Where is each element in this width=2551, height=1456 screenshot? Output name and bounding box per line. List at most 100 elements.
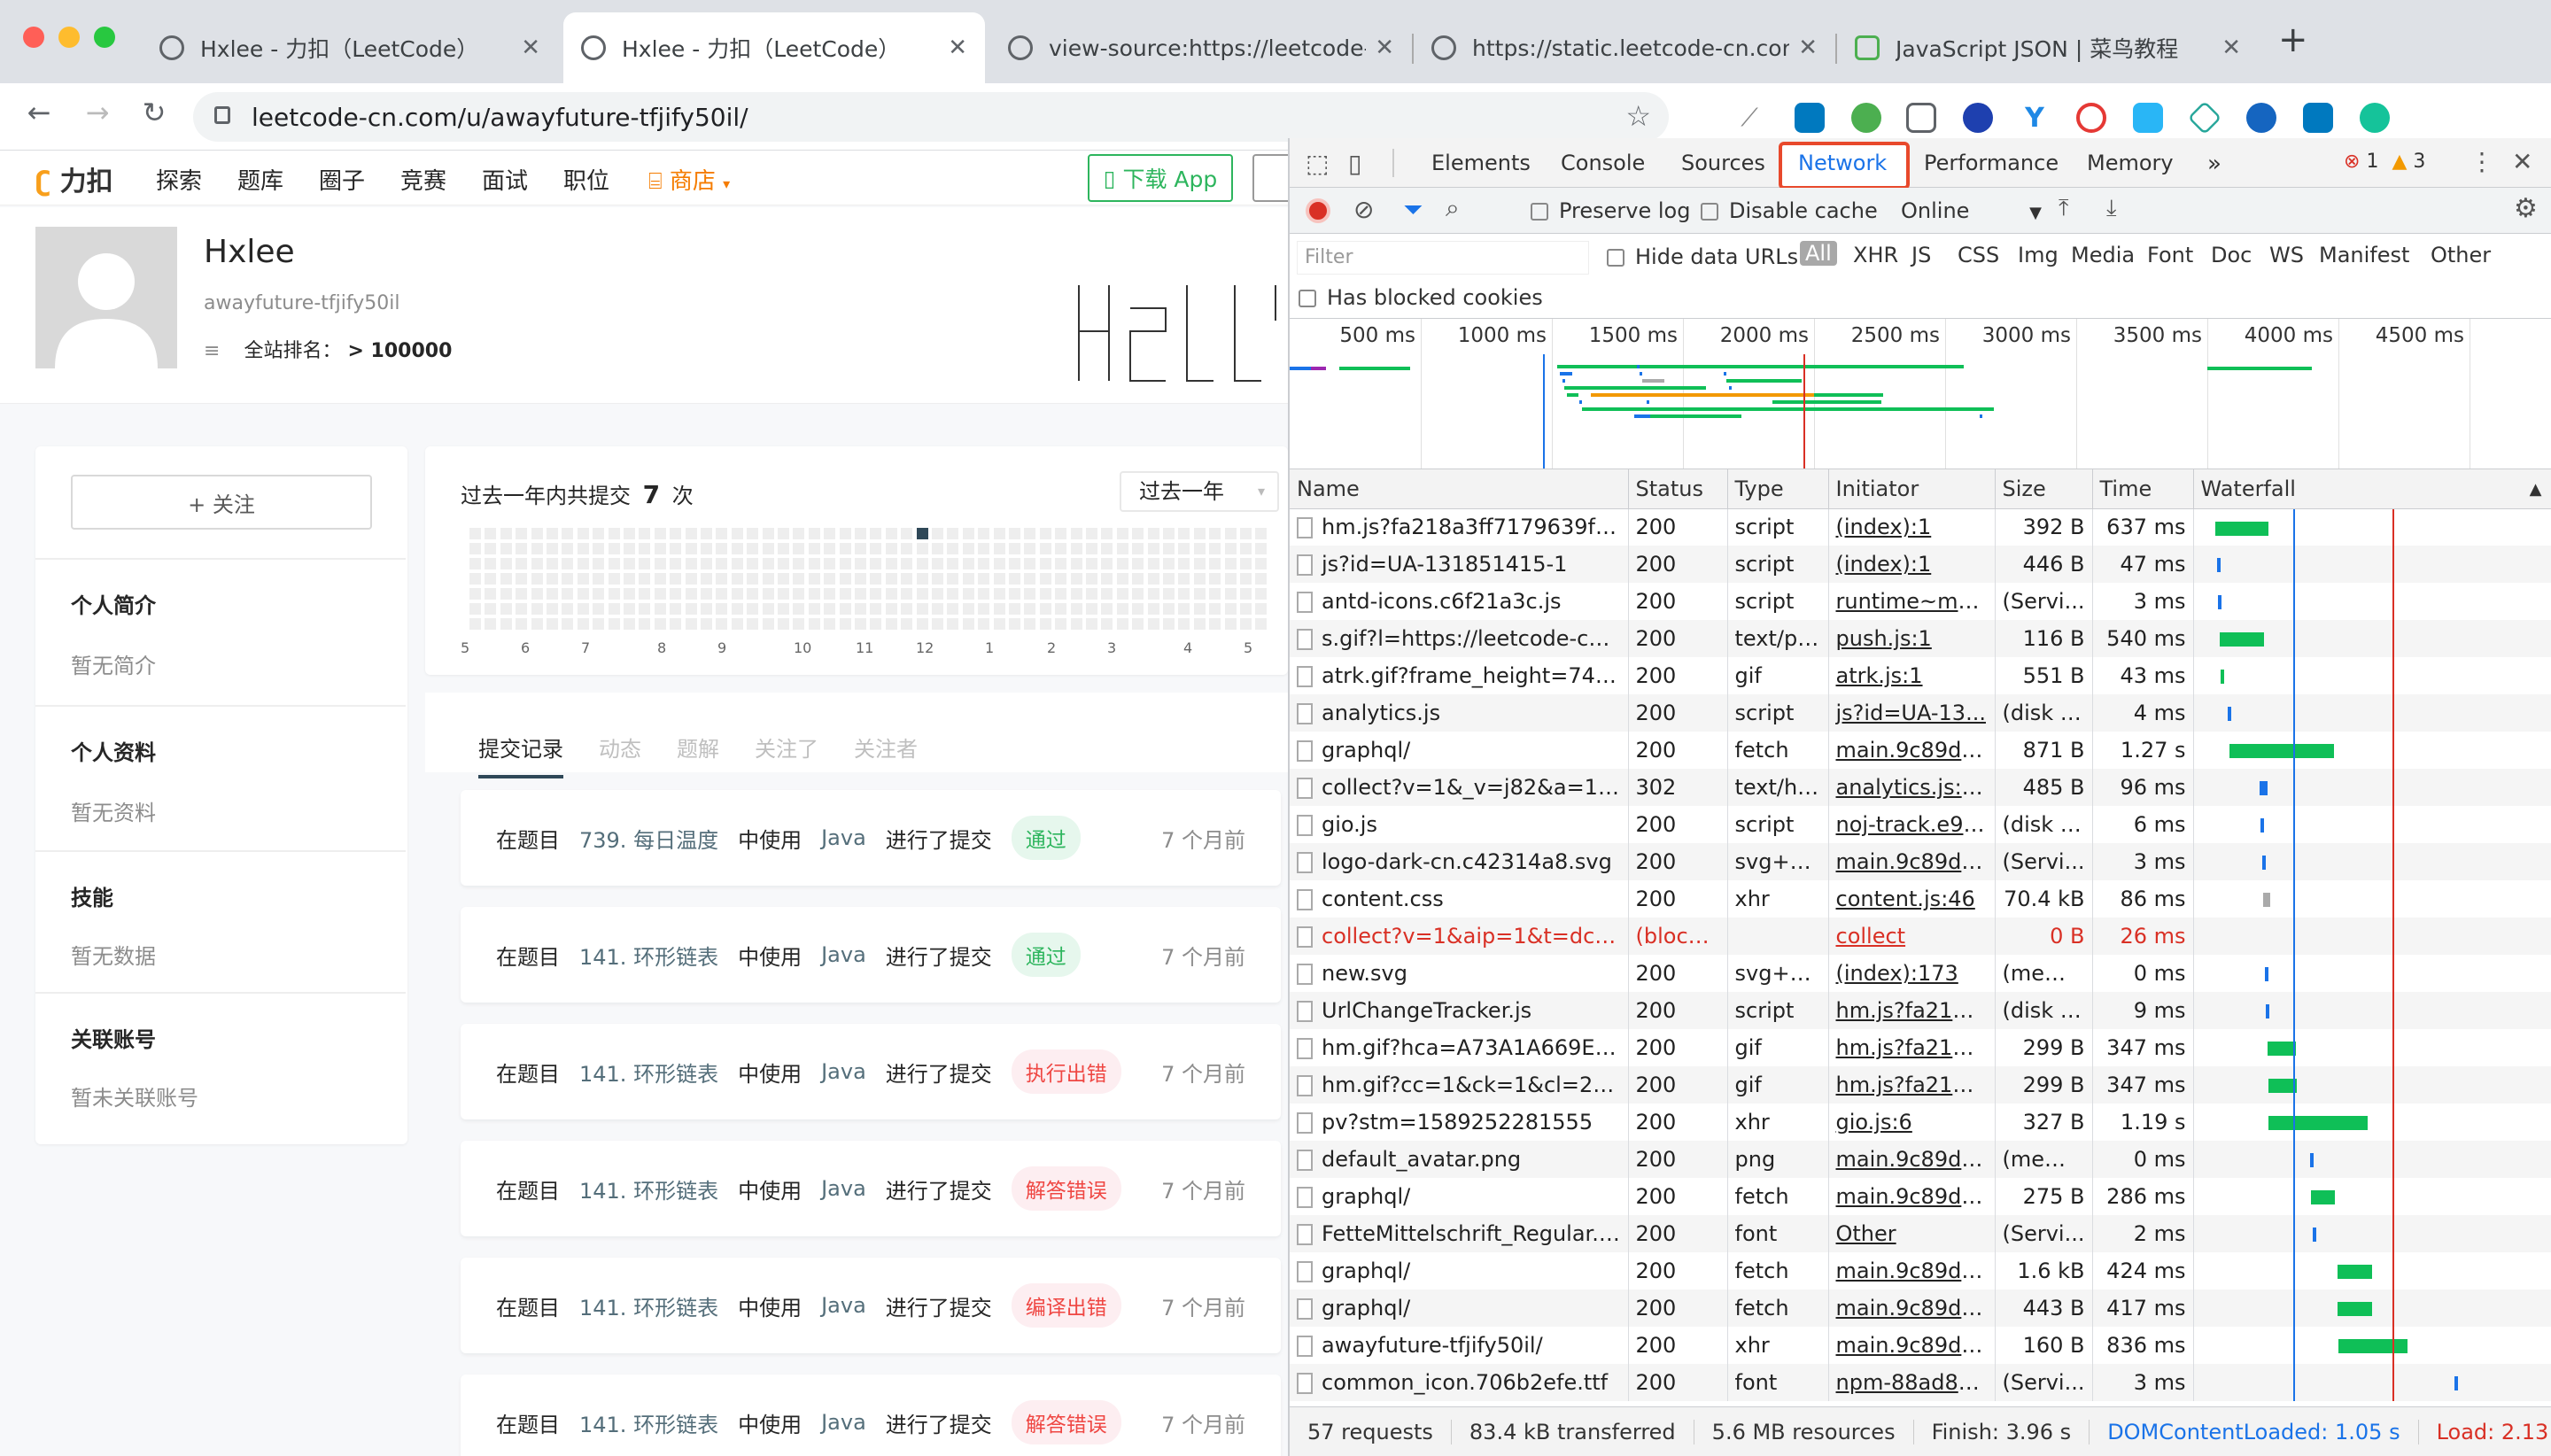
request-name[interactable]: graphql/ xyxy=(1290,732,1629,769)
heatmap-cell[interactable] xyxy=(701,588,712,600)
heatmap-cell[interactable] xyxy=(639,588,651,600)
heatmap-cell[interactable] xyxy=(885,543,897,554)
submission-row[interactable]: 在题目 141. 环形链表 中使用 Java 进行了提交 编译出错 7 个月前 xyxy=(461,1258,1281,1353)
heatmap-cell[interactable] xyxy=(993,558,1005,569)
heatmap-cell[interactable] xyxy=(731,528,743,539)
heatmap-cell[interactable] xyxy=(978,543,990,554)
request-name[interactable]: collect?v=1&aip=1&t=dc&_r... xyxy=(1290,918,1629,955)
request-name[interactable]: atrk.gif?frame_height=743&... xyxy=(1290,657,1629,694)
heatmap-cell[interactable] xyxy=(870,558,882,569)
heatmap-cell[interactable] xyxy=(716,543,728,554)
heatmap-cell[interactable] xyxy=(593,588,605,600)
heatmap-cell[interactable] xyxy=(839,618,851,630)
request-name[interactable]: new.svg xyxy=(1290,955,1629,992)
heatmap-cell[interactable] xyxy=(639,543,651,554)
request-name[interactable]: analytics.js xyxy=(1290,694,1629,732)
heatmap-cell[interactable] xyxy=(716,528,728,539)
heatmap-cell[interactable] xyxy=(916,603,928,615)
heatmap-cell[interactable] xyxy=(1178,528,1190,539)
tab-console[interactable]: Console xyxy=(1561,151,1645,175)
star-icon[interactable]: ☆ xyxy=(1625,99,1651,133)
heatmap-cell[interactable] xyxy=(716,558,728,569)
problem-link[interactable]: 141. 环形链表 xyxy=(579,1290,718,1321)
heatmap-cell[interactable] xyxy=(1240,543,1252,554)
filter-other[interactable]: Other xyxy=(2431,243,2491,267)
submission-status-badge[interactable]: 通过 xyxy=(1011,933,1081,977)
heatmap-cell[interactable] xyxy=(1163,558,1175,569)
heatmap-cell[interactable] xyxy=(1024,558,1036,569)
request-initiator[interactable]: main.9c89d8... xyxy=(1828,843,1996,880)
heatmap-cell[interactable] xyxy=(701,573,712,585)
filter-icon[interactable]: ⏷ xyxy=(1403,195,1423,225)
heatmap-cell[interactable] xyxy=(1193,573,1206,585)
heatmap-cell[interactable] xyxy=(1086,618,1097,630)
submission-row[interactable]: 在题目 141. 环形链表 中使用 Java 进行了提交 通过 7 个月前 xyxy=(461,907,1281,1003)
heatmap-cell[interactable] xyxy=(577,588,589,600)
nav-problems[interactable]: 题库 xyxy=(237,163,283,196)
heatmap-cell[interactable] xyxy=(885,573,897,585)
heatmap-cell[interactable] xyxy=(1039,558,1051,569)
heatmap-cell[interactable] xyxy=(608,603,620,615)
heatmap-cell[interactable] xyxy=(593,603,605,615)
heatmap-cell[interactable] xyxy=(993,588,1005,600)
heatmap-cell[interactable] xyxy=(654,528,666,539)
heatmap-cell[interactable] xyxy=(1163,573,1175,585)
heatmap-cell[interactable] xyxy=(901,528,913,539)
request-name[interactable]: UrlChangeTracker.js xyxy=(1290,992,1629,1029)
heatmap-cell[interactable] xyxy=(1240,573,1252,585)
filter-media[interactable]: Media xyxy=(2071,243,2135,267)
heatmap-cell[interactable] xyxy=(1178,558,1190,569)
nav-jobs[interactable]: 职位 xyxy=(563,163,609,196)
heatmap-cell[interactable] xyxy=(808,618,820,630)
heatmap-cell[interactable] xyxy=(916,618,928,630)
request-row[interactable]: UrlChangeTracker.js 200 script hm.js?fa218a… xyxy=(1290,992,2551,1029)
heatmap-cell[interactable] xyxy=(731,588,743,600)
heatmap-cell[interactable] xyxy=(962,603,974,615)
heatmap-cell[interactable] xyxy=(531,588,543,600)
request-initiator[interactable]: main.9c89d8... xyxy=(1828,1252,1996,1289)
request-row[interactable]: graphql/200 fetch main.9c89d8... 1.6 kB 424 … xyxy=(1290,1252,2551,1289)
heatmap-cell[interactable] xyxy=(731,573,743,585)
heatmap-cell[interactable] xyxy=(1178,588,1190,600)
heatmap-cell[interactable] xyxy=(485,573,497,585)
heatmap-cell[interactable] xyxy=(1116,603,1128,615)
heatmap-cell[interactable] xyxy=(1009,528,1020,539)
heatmap-cell[interactable] xyxy=(547,543,558,554)
heatmap-cell[interactable] xyxy=(808,603,820,615)
heatmap-cell[interactable] xyxy=(793,573,805,585)
extension-clock-icon[interactable] xyxy=(2246,103,2276,133)
request-name[interactable]: awayfuture-tfjify50il/ xyxy=(1290,1327,1629,1364)
heatmap-cell[interactable] xyxy=(855,603,866,615)
request-name[interactable]: FetteMittelschrift_Regular.c... xyxy=(1290,1215,1629,1252)
heatmap-cell[interactable] xyxy=(870,573,882,585)
filter-doc[interactable]: Doc xyxy=(2211,243,2252,267)
heatmap-cell[interactable] xyxy=(639,528,651,539)
heatmap-cell[interactable] xyxy=(1132,543,1144,554)
heatmap-cell[interactable] xyxy=(1055,558,1067,569)
heatmap-cell[interactable] xyxy=(1255,618,1268,630)
heatmap-cell[interactable] xyxy=(885,618,897,630)
heatmap-cell[interactable] xyxy=(624,588,635,600)
request-row[interactable]: gio.js 200 script noj-track.e96... (disk c..… xyxy=(1290,806,2551,843)
submission-row[interactable]: 在题目 141. 环形链表 中使用 Java 进行了提交 执行出错 7 个月前 xyxy=(461,1024,1281,1119)
request-name[interactable]: logo-dark-cn.c42314a8.svg xyxy=(1290,843,1629,880)
clear-icon[interactable]: ⊘ xyxy=(1353,195,1374,224)
heatmap-cell[interactable] xyxy=(1209,528,1221,539)
heatmap-cell[interactable] xyxy=(716,618,728,630)
forward-icon[interactable]: → xyxy=(76,96,119,129)
heatmap-cell[interactable] xyxy=(1009,558,1020,569)
heatmap-cell[interactable] xyxy=(670,528,682,539)
heatmap-cell[interactable] xyxy=(531,558,543,569)
tab-activity[interactable]: 动态 xyxy=(599,732,641,763)
heatmap-cell[interactable] xyxy=(1116,543,1128,554)
heatmap-cell[interactable] xyxy=(670,603,682,615)
heatmap-cell[interactable] xyxy=(1055,588,1067,600)
heatmap-cell[interactable] xyxy=(762,603,774,615)
heatmap-cell[interactable] xyxy=(1240,528,1252,539)
heatmap-cell[interactable] xyxy=(962,588,974,600)
heatmap-cell[interactable] xyxy=(1086,528,1097,539)
heatmap-cell[interactable] xyxy=(1240,588,1252,600)
heatmap-cell[interactable] xyxy=(516,603,528,615)
heatmap-cell[interactable] xyxy=(885,528,897,539)
request-name[interactable]: collect?v=1&_v=j82&a=183... xyxy=(1290,769,1629,806)
